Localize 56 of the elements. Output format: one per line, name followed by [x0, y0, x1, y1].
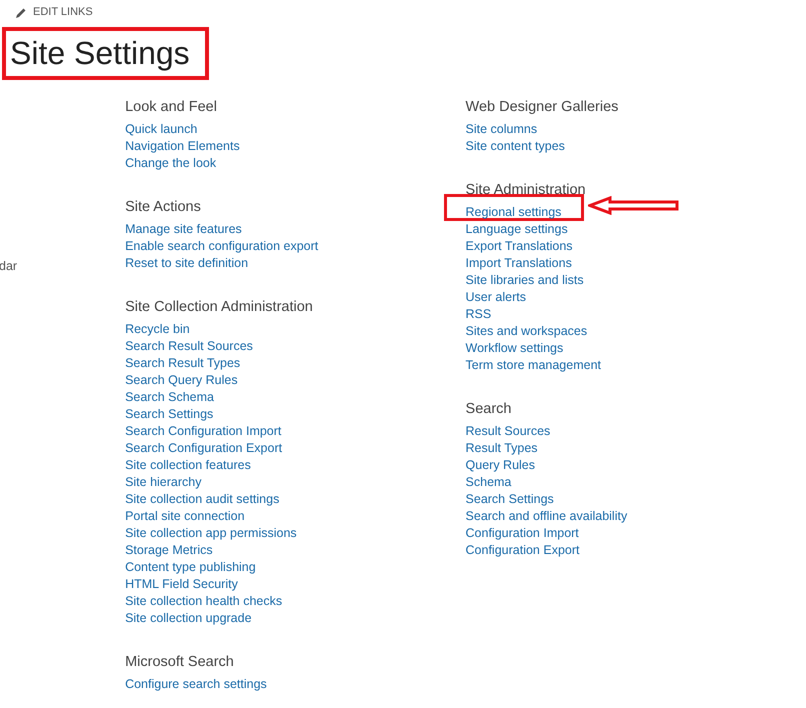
- settings-link[interactable]: Language settings: [466, 222, 568, 236]
- settings-link[interactable]: Search Settings: [125, 407, 214, 421]
- settings-link[interactable]: Schema: [466, 475, 512, 489]
- edit-links-link[interactable]: EDIT LINKS: [33, 7, 93, 18]
- settings-link[interactable]: Configuration Import: [466, 526, 579, 540]
- section-heading: Site Administration: [466, 181, 587, 200]
- settings-link[interactable]: Site libraries and lists: [466, 273, 584, 287]
- settings-link[interactable]: Content type publishing: [125, 560, 256, 574]
- settings-link[interactable]: Search Settings: [466, 492, 554, 506]
- settings-link[interactable]: Search Query Rules: [125, 373, 238, 387]
- settings-link[interactable]: RSS: [466, 307, 492, 321]
- settings-link[interactable]: User alerts: [466, 290, 526, 304]
- settings-link[interactable]: Configuration Export: [466, 543, 580, 557]
- settings-link[interactable]: Enable search configuration export: [125, 239, 318, 253]
- settings-link[interactable]: Manage site features: [125, 222, 242, 236]
- settings-link[interactable]: Reset to site definition: [125, 256, 248, 270]
- settings-link[interactable]: Change the look: [125, 156, 216, 170]
- settings-link[interactable]: Import Translations: [466, 256, 572, 270]
- section-heading: Site Collection Administration: [125, 298, 314, 317]
- settings-link[interactable]: Navigation Elements: [125, 139, 240, 153]
- arrow-icon: [588, 196, 679, 215]
- section-heading: Microsoft Search: [125, 653, 235, 672]
- settings-link[interactable]: Workflow settings: [466, 341, 564, 355]
- settings-link[interactable]: Site collection app permissions: [125, 526, 297, 540]
- section-heading: Site Actions: [125, 198, 202, 217]
- page-title: Site Settings: [2, 27, 209, 80]
- section-heading: Look and Feel: [125, 98, 218, 117]
- settings-link[interactable]: Portal site connection: [125, 509, 245, 523]
- settings-link[interactable]: Search Result Types: [125, 356, 240, 370]
- settings-link[interactable]: Site collection audit settings: [125, 492, 280, 506]
- settings-link[interactable]: Result Types: [466, 441, 538, 455]
- settings-link[interactable]: Search Result Sources: [125, 339, 253, 353]
- section-heading: Web Designer Galleries: [466, 98, 620, 117]
- settings-link[interactable]: Site content types: [466, 139, 565, 153]
- settings-link[interactable]: Search Configuration Import: [125, 424, 282, 438]
- settings-link[interactable]: Query Rules: [466, 458, 536, 472]
- settings-link[interactable]: Search and offline availability: [466, 509, 628, 523]
- settings-link[interactable]: Regional settings: [466, 205, 562, 219]
- settings-link[interactable]: Export Translations: [466, 239, 573, 253]
- settings-link[interactable]: Term store management: [466, 358, 602, 372]
- settings-link[interactable]: Quick launch: [125, 122, 198, 136]
- settings-link[interactable]: Result Sources: [466, 424, 550, 438]
- settings-link[interactable]: Recycle bin: [125, 322, 190, 336]
- settings-link[interactable]: Site collection upgrade: [125, 611, 252, 625]
- settings-link[interactable]: Site hierarchy: [125, 475, 202, 489]
- settings-link[interactable]: Site columns: [466, 122, 538, 136]
- settings-link[interactable]: Storage Metrics: [125, 543, 213, 557]
- settings-link[interactable]: HTML Field Security: [125, 577, 238, 591]
- section-heading: Search: [466, 400, 512, 419]
- settings-link[interactable]: Search Schema: [125, 390, 214, 404]
- settings-link[interactable]: Search Configuration Export: [125, 441, 282, 455]
- settings-link[interactable]: Site collection features: [125, 458, 251, 472]
- settings-link[interactable]: Configure search settings: [125, 677, 267, 691]
- settings-link[interactable]: Site collection health checks: [125, 594, 282, 608]
- pencil-icon: [15, 6, 27, 18]
- settings-link[interactable]: Sites and workspaces: [466, 324, 588, 338]
